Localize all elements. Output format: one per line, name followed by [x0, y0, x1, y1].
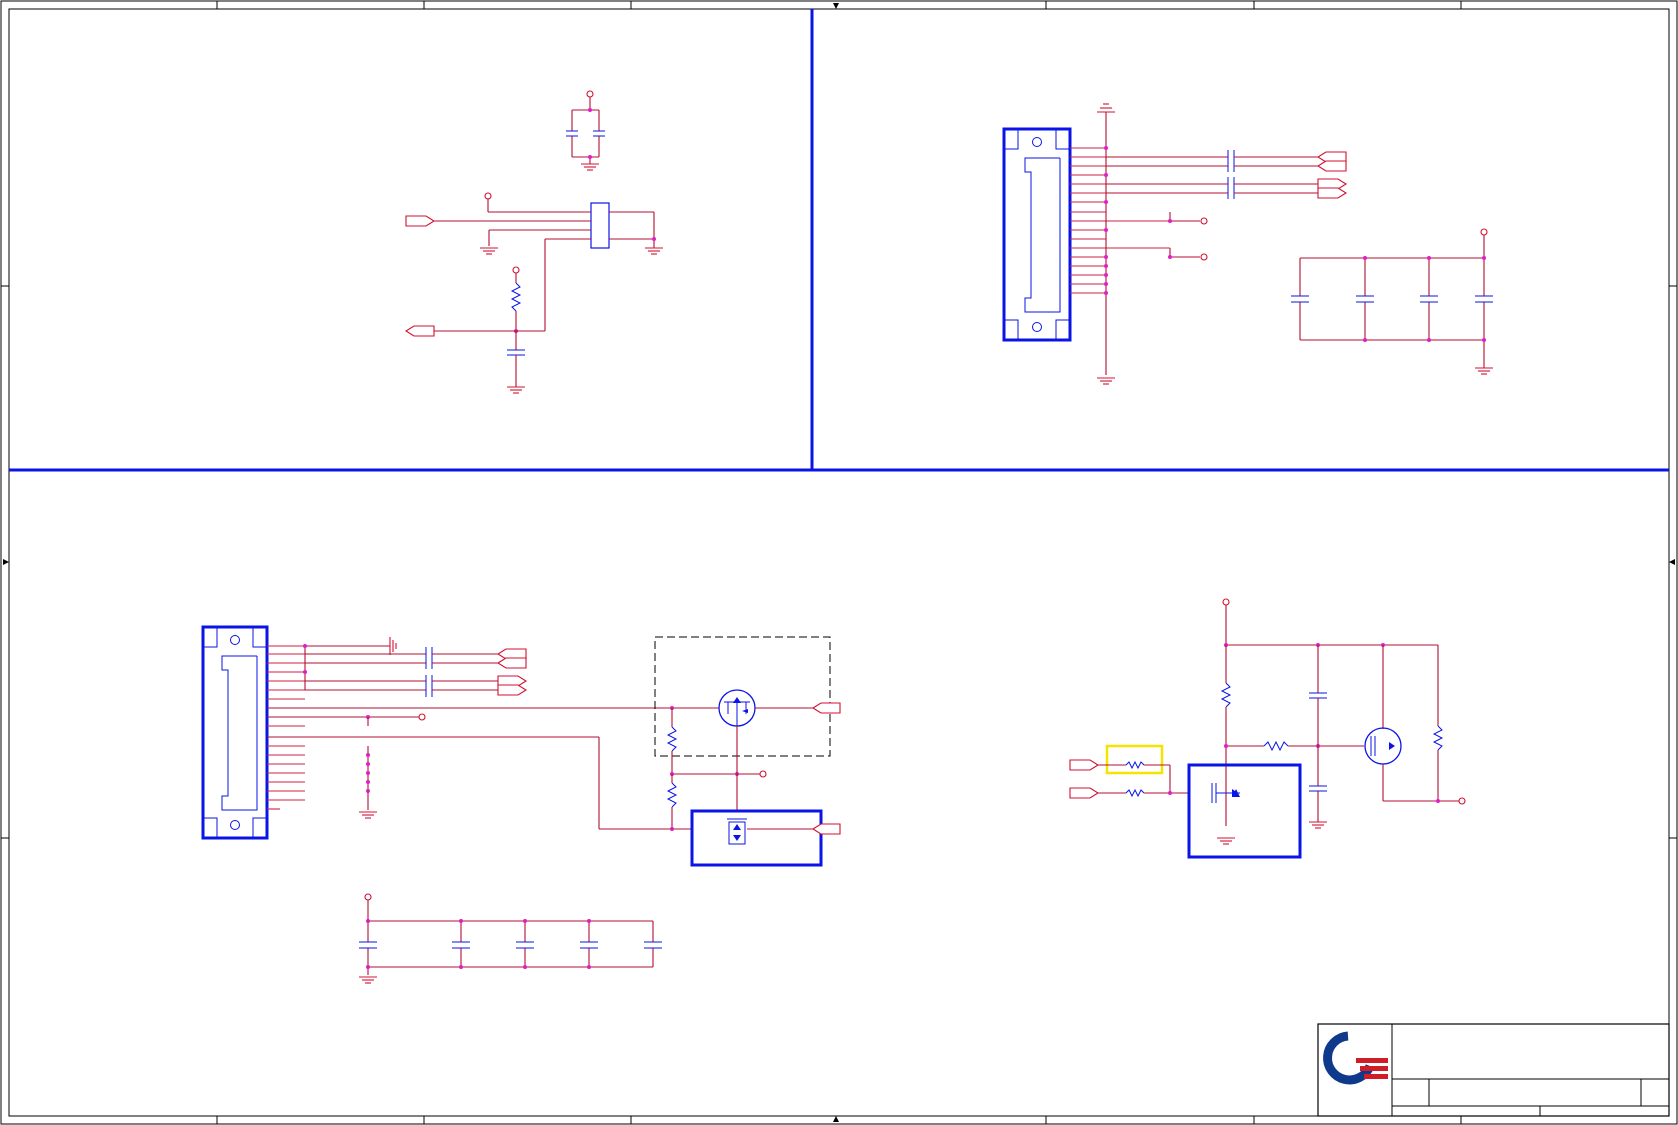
section-dividers: [9, 9, 1669, 472]
ground-icon: [359, 811, 377, 819]
ground-icon: [1097, 103, 1115, 113]
connector-pins: [1070, 147, 1170, 294]
pullup-resistors: [1220, 645, 1444, 826]
capacitors: [1309, 645, 1327, 829]
ground-icon: [389, 637, 397, 655]
differential-ports: [496, 648, 528, 696]
top-right-block: [1002, 103, 1493, 385]
company-logo-icon: [1323, 1031, 1388, 1085]
output-port: [811, 702, 841, 714]
load-switch-ic: [690, 809, 823, 867]
power-rail-icon: [1480, 228, 1488, 236]
connector-large: [201, 625, 269, 840]
zone-center-arrows: [3, 3, 1675, 1122]
power-rail-icon: [484, 192, 492, 200]
ground-icon: [1475, 367, 1493, 375]
output-port: [811, 823, 841, 835]
bypass-capacitor-pair: [566, 90, 605, 171]
pullup-resistor: [510, 266, 522, 333]
ground-icon: [359, 976, 377, 984]
schematic-sheet: [0, 0, 1678, 1125]
connector-large: [1002, 127, 1072, 342]
series-resistors-highlighted: [1098, 744, 1189, 798]
output-port: [404, 325, 435, 337]
mosfet-icon: [718, 689, 756, 727]
power-rail-icon: [1222, 598, 1230, 606]
ground-icon: [645, 247, 663, 255]
decoupling-capacitor-bank: [1291, 228, 1493, 375]
ground-icon: [581, 163, 599, 171]
ground-icon: [1309, 821, 1327, 829]
bottom-left-block: [201, 625, 841, 984]
ac-coupling-capacitors: [1106, 150, 1318, 199]
ic-package: [434, 192, 663, 255]
input-port: [405, 215, 436, 227]
power-rail-icon: [586, 90, 594, 98]
driver-ic: [1187, 763, 1302, 859]
connector-pins: [267, 645, 305, 810]
sheet-frame: [0, 0, 1678, 1125]
power-rail-icon: [364, 893, 372, 901]
mosfet-switch-dashed-region: [654, 636, 831, 757]
ground-icon: [480, 247, 498, 255]
schematic-canvas: [0, 0, 1678, 1125]
test-points: [1168, 212, 1208, 261]
bottom-right-block: [1069, 598, 1466, 859]
top-left-block: [404, 90, 663, 394]
power-rail-icon: [512, 266, 520, 274]
ground-icon: [1217, 837, 1235, 845]
input-ports: [1069, 759, 1100, 799]
filter-capacitor: [507, 331, 525, 394]
differential-ports: [1316, 151, 1348, 199]
ground-icon: [507, 386, 525, 394]
p-mosfet: [1364, 645, 1402, 801]
ground-icon: [1097, 377, 1115, 385]
ac-coupling-capacitors: [305, 647, 498, 697]
decoupling-capacitor-bank: [359, 893, 662, 984]
title-block: [1317, 1023, 1670, 1117]
zone-ticks: [1, 1, 1677, 1124]
